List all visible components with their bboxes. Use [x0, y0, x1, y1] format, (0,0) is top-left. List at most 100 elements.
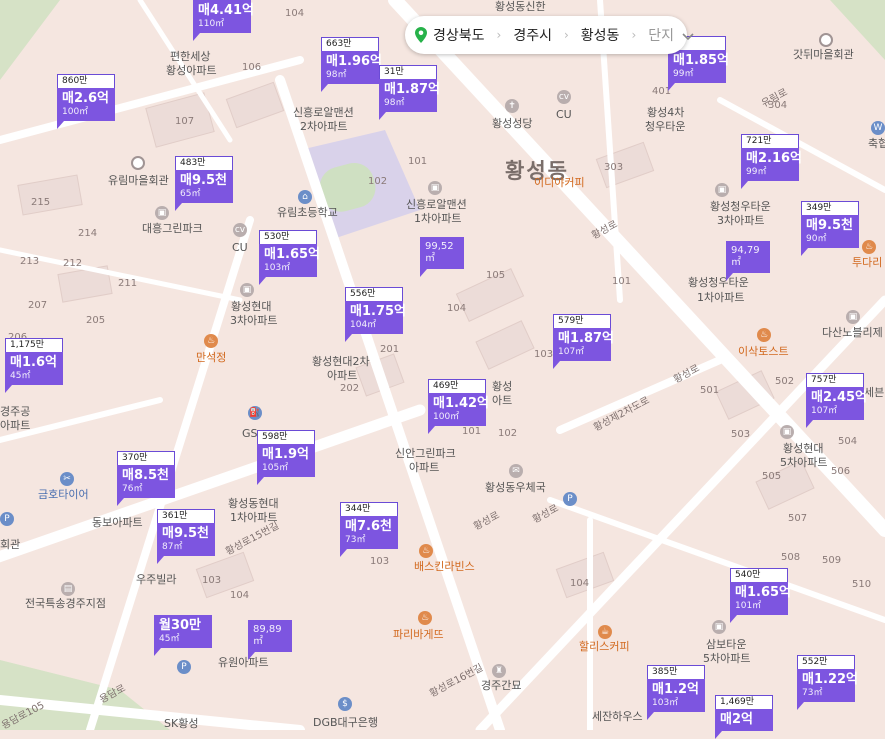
price-marker[interactable]: 1,175만 매1.6억 45㎡ [5, 338, 63, 393]
place-label[interactable]: 대흥그린파크 [142, 222, 203, 235]
place-label[interactable]: 1차아파트 [697, 291, 744, 304]
price-marker[interactable]: 매4.41억 110㎡ [193, 0, 254, 41]
price-marker[interactable]: 349만 매9.5천 90㎡ [801, 201, 859, 256]
place-label[interactable]: 황성청우타운 [710, 200, 771, 213]
price-marker[interactable]: 31만 매1.87억 98㎡ [379, 65, 440, 120]
marker-body[interactable]: 매1.96억 98㎡ [321, 51, 382, 84]
price-marker[interactable]: 663만 매1.96억 98㎡ [321, 37, 382, 92]
marker-body[interactable]: 매1.85억 99㎡ [668, 50, 729, 83]
parking-icon[interactable]: P [177, 660, 191, 674]
bank-icon[interactable]: W [871, 121, 885, 135]
breadcrumb-city[interactable]: 경주시 [513, 25, 552, 45]
marker-body[interactable]: 매1.87억 107㎡ [553, 328, 614, 361]
parking-icon[interactable]: P [563, 492, 577, 506]
place-label[interactable]: 편한세상 [170, 50, 210, 63]
apartment-icon[interactable]: ▣ [780, 425, 794, 439]
place-label[interactable]: 5차아파트 [703, 652, 750, 665]
chevron-down-icon[interactable] [682, 26, 694, 45]
place-label[interactable]: 세잔하우스 [592, 710, 643, 723]
marker-body[interactable]: 매9.5천 65㎡ [175, 170, 233, 203]
marker-body[interactable]: 매1.22억 73㎡ [797, 669, 858, 702]
place-label[interactable]: 아파트 [409, 461, 439, 474]
price-marker[interactable]: 370만 매8.5천 76㎡ [117, 451, 175, 506]
place-label[interactable]: 2차아파트 [300, 120, 347, 133]
place-label[interactable]: 신흥로알맨션 [406, 198, 467, 211]
price-marker[interactable]: 540만 매1.65억 101㎡ [730, 568, 791, 623]
place-label[interactable]: CU [232, 241, 248, 254]
restaurant-icon[interactable]: ♨ [419, 544, 433, 558]
convenience-store-icon[interactable]: cv [233, 223, 247, 237]
marker-body[interactable]: 99,52㎡ [420, 237, 464, 269]
place-label[interactable]: 아트 [492, 394, 512, 407]
breadcrumb-province[interactable]: 경상북도 [433, 25, 485, 45]
price-marker[interactable]: 556만 매1.75억 104㎡ [345, 287, 406, 342]
marker-body[interactable]: 매1.75억 104㎡ [345, 301, 406, 334]
place-label[interactable]: 회관 [0, 538, 20, 551]
marker-body[interactable]: 매1.87억 98㎡ [379, 79, 440, 112]
place-label[interactable]: 5차아파트 [780, 456, 827, 469]
place-label[interactable]: DGB대구은행 [313, 716, 378, 729]
parking-icon[interactable]: P [0, 512, 14, 526]
place-label[interactable]: SK황성 [164, 717, 198, 730]
marker-body[interactable]: 89,89㎡ [248, 620, 292, 652]
place-label[interactable]: 이디야커피 [534, 176, 585, 189]
marker-body[interactable]: 매7.6천 73㎡ [340, 516, 398, 549]
marker-body[interactable]: 매2.16억 99㎡ [741, 148, 802, 181]
place-label[interactable]: CU [556, 108, 572, 121]
apartment-icon[interactable]: ▣ [428, 181, 442, 195]
place-label[interactable]: 할리스커피 [579, 640, 630, 653]
apartment-icon[interactable]: ▣ [240, 283, 254, 297]
place-label[interactable]: 황성동현대 [228, 497, 279, 510]
marker-body[interactable]: 매1.9억 105㎡ [257, 444, 315, 477]
price-marker[interactable]: 598만 매1.9억 105㎡ [257, 430, 315, 485]
cafe-icon[interactable]: ☕ [598, 625, 612, 639]
price-marker[interactable]: 757만 매2.45억 107㎡ [806, 373, 867, 428]
price-marker[interactable]: 483만 매9.5천 65㎡ [175, 156, 233, 211]
place-label[interactable]: 황성동신한 [495, 0, 546, 13]
price-marker[interactable]: 1,469만 매2억 [715, 695, 773, 739]
marker-body[interactable]: 매1.6억 45㎡ [5, 352, 63, 385]
marker-body[interactable]: 매2.6억 100㎡ [57, 88, 115, 121]
marker-body[interactable]: 94,79㎡ [726, 241, 770, 273]
place-label[interactable]: 청우타운 [645, 120, 685, 133]
price-marker[interactable]: 361만 매9.5천 87㎡ [157, 509, 215, 564]
school-icon[interactable]: ⌂ [298, 190, 312, 204]
place-label[interactable]: 만석정 [196, 351, 226, 364]
place-label[interactable]: 3차아파트 [717, 214, 764, 227]
place-label[interactable]: 황성현대 [231, 300, 271, 313]
place-label[interactable]: 경주간묘 [481, 679, 521, 692]
place-label[interactable]: 유림초등학교 [277, 206, 338, 219]
apartment-icon[interactable]: ▣ [715, 183, 729, 197]
place-label[interactable]: 갓뒤마을회관 [793, 48, 854, 61]
price-marker[interactable]: 월30만 45㎡ [154, 615, 212, 656]
marker-body[interactable]: 매1.65억 103㎡ [259, 244, 320, 277]
landmark-icon[interactable]: ♜ [492, 664, 506, 678]
place-label[interactable]: 금호타이어 [38, 488, 89, 501]
place-label[interactable]: 황성동우체국 [485, 481, 546, 494]
place-label[interactable]: 배스킨라빈스 [414, 560, 475, 573]
place-label[interactable]: 다산노블리제 [822, 326, 883, 339]
place-label[interactable]: 전국특송경주지점 [25, 597, 106, 610]
price-marker[interactable]: 89,89㎡ [248, 620, 292, 660]
place-label[interactable]: 신흥로알맨션 [293, 106, 354, 119]
apartment-icon[interactable]: ▣ [846, 310, 860, 324]
marker-body[interactable]: 매2.45억 107㎡ [806, 387, 867, 420]
place-label[interactable]: 우주빌라 [136, 573, 176, 586]
place-label[interactable]: 세븐 [864, 386, 884, 399]
place-label[interactable]: 3차아파트 [230, 314, 277, 327]
marker-body[interactable]: 매9.5천 87㎡ [157, 523, 215, 556]
place-label[interactable]: 황성4차 [647, 106, 684, 119]
price-marker[interactable]: 721만 매2.16억 99㎡ [741, 134, 802, 189]
price-marker[interactable]: 469만 매1.42억 100㎡ [428, 379, 489, 434]
place-label[interactable]: 파리바게뜨 [393, 628, 444, 641]
place-label[interactable]: 신안그린파크 [395, 447, 456, 460]
marker-body[interactable]: 매9.5천 90㎡ [801, 215, 859, 248]
place-label[interactable]: 삼보타운 [706, 638, 746, 651]
townhall-icon[interactable] [819, 33, 833, 47]
marker-body[interactable]: 매4.41억 110㎡ [193, 0, 254, 33]
price-marker[interactable]: 385만 매1.2억 103㎡ [647, 665, 705, 720]
marker-body[interactable]: 매1.2억 103㎡ [647, 679, 705, 712]
townhall-icon[interactable] [131, 156, 145, 170]
place-label[interactable]: 동보아파트 [92, 516, 143, 529]
post-office-icon[interactable]: ✉ [509, 464, 523, 478]
